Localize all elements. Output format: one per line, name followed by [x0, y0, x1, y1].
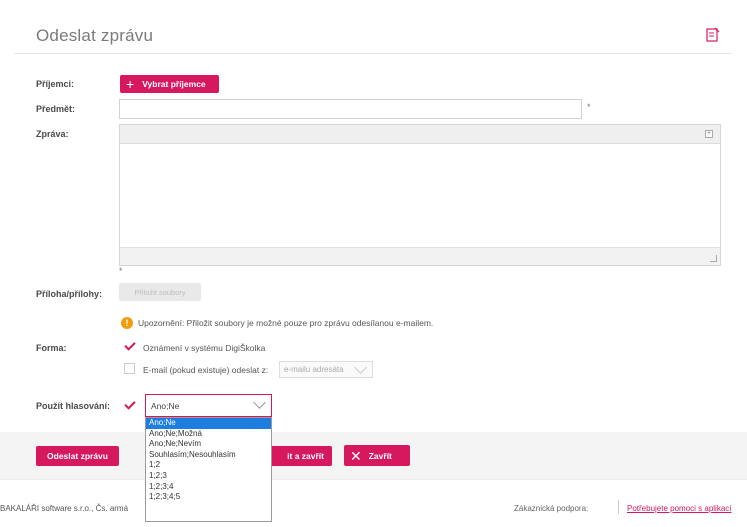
email-source-value: e-mailu adresáta: [284, 365, 344, 374]
footer-divider: [0, 479, 747, 480]
option-email[interactable]: E-mail (pokud existuje) odeslat z:: [143, 365, 268, 375]
edit-note-icon[interactable]: [706, 27, 720, 43]
message-required-mark: *: [119, 266, 123, 276]
resize-grip-icon[interactable]: [710, 255, 717, 262]
subject-input[interactable]: [119, 99, 582, 119]
recipients-label: Příjemci:: [36, 79, 75, 89]
send-message-button[interactable]: Odeslat zprávu: [36, 446, 119, 466]
vote-dropdown-list: Ano;Ne Ano;Ne;Možná Ano;Ne;Nevím Souhlas…: [145, 417, 272, 522]
company-info: BAKALÁŘI software s.r.o., Čs. armá: [0, 504, 129, 513]
close-label: Zavřít: [368, 450, 392, 461]
subject-label: Předmět:: [36, 104, 76, 114]
chevron-down-icon: [354, 361, 367, 374]
email-source-select[interactable]: e-mailu adresáta: [279, 361, 373, 378]
chevron-down-icon: [253, 396, 266, 409]
editor-statusbar: [120, 247, 720, 265]
option-system-notification[interactable]: Oznámení v systému DigiŠkolka: [143, 343, 265, 353]
checkmark-icon[interactable]: [124, 398, 136, 410]
message-editor[interactable]: +: [119, 124, 721, 266]
support-label: Zákaznická podpora:: [514, 504, 589, 513]
dropdown-option[interactable]: Ano;Ne: [146, 418, 271, 429]
dropdown-option[interactable]: 1;2;3;4;5: [146, 492, 271, 503]
subject-required-mark: *: [587, 102, 591, 112]
add-recipient-label: Vybrat příjemce: [142, 79, 206, 89]
dropdown-option[interactable]: 1;2;3: [146, 471, 271, 482]
dropdown-option[interactable]: Souhlasím;Nesouhlasím: [146, 450, 271, 461]
attachments-label: Příloha/přílohy:: [36, 289, 103, 299]
close-icon: ✕: [350, 447, 362, 464]
page-title: Odeslat zprávu: [36, 26, 154, 45]
close-button[interactable]: ✕ Zavřít: [344, 445, 410, 466]
plus-icon: +: [126, 76, 135, 92]
editor-toolbar: +: [120, 125, 720, 144]
message-label: Zpráva:: [36, 129, 69, 139]
email-checkbox[interactable]: [124, 363, 135, 374]
dropdown-option[interactable]: Ano;Ne;Nevím: [146, 439, 271, 450]
dropdown-option[interactable]: Ano;Ne;Možná: [146, 429, 271, 440]
vote-select[interactable]: Ano;Ne: [145, 394, 272, 417]
warning-icon: !: [121, 317, 133, 329]
header-divider: [14, 53, 732, 54]
add-recipient-button[interactable]: + Vybrat příjemce: [120, 75, 219, 93]
attach-files-button[interactable]: Přiložit soubory: [119, 283, 201, 301]
vote-label: Použít hlasování:: [36, 401, 111, 411]
form-label: Forma:: [36, 343, 67, 353]
support-link[interactable]: Potřebujete pomoci s aplikací: [627, 504, 732, 513]
editor-expand-icon[interactable]: +: [705, 130, 713, 138]
vote-selected-value: Ano;Ne: [151, 401, 180, 411]
dropdown-option[interactable]: 1;2: [146, 460, 271, 471]
attachment-warning: Upozornění: Přiložit soubory je možné po…: [138, 318, 434, 328]
dropdown-option[interactable]: 1;2;3;4: [146, 482, 271, 493]
checkmark-icon[interactable]: [124, 339, 136, 351]
footer-separator: [618, 500, 619, 514]
